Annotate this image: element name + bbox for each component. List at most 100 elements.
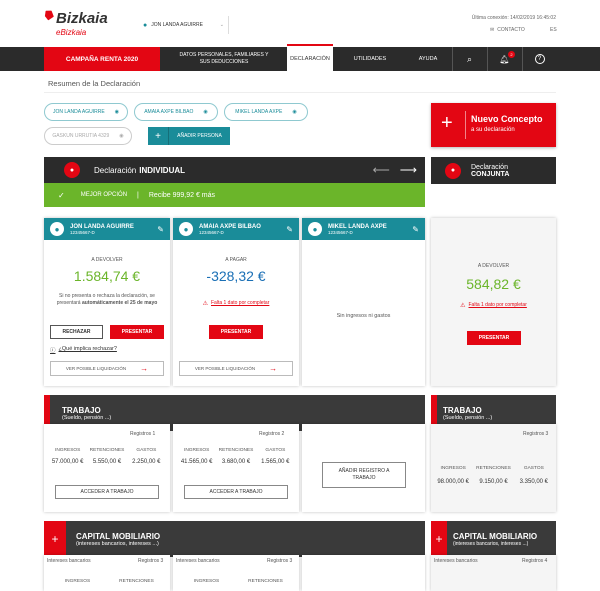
warning-icon: ⚠	[202, 301, 208, 307]
status-label: A PAGAR	[225, 257, 247, 263]
nav-declaration[interactable]: DECLARACIÓN	[287, 44, 333, 71]
add-person-button[interactable]: AÑADIR PERSONA	[168, 127, 230, 145]
arrow-right-icon: →	[140, 364, 149, 373]
user-icon: ●	[50, 222, 64, 236]
user-icon: ●	[143, 21, 148, 29]
capital-table-head: INGRESOS RETENCIONES	[193, 579, 283, 584]
view-liquidation-button[interactable]: VER POSIBLE LIQUIDACIÓN →	[179, 361, 293, 376]
question-icon: ?	[534, 54, 545, 64]
user-selector[interactable]: ● JON LANDA AGUIRRE ⌄	[143, 16, 229, 34]
brand-sub: eBizkaia	[56, 28, 87, 37]
person-header-mikel: ● MIKEL LANDA AXPE 12345667-D ✎	[302, 218, 425, 240]
new-concept-title: Nuevo Concepto	[471, 114, 543, 124]
person-card-mikel	[302, 218, 425, 386]
search-button[interactable]: ⌕	[452, 47, 486, 71]
add-person-icon-button[interactable]: +	[148, 127, 168, 145]
eye-icon: ◉	[203, 109, 208, 115]
person-pill-amaia[interactable]: AMAIA AXPE BILBAO ◉	[134, 103, 218, 121]
capital-subhead: Intereses bancarios	[434, 558, 478, 564]
mail-icon: ✉	[490, 27, 495, 33]
edit-icon[interactable]: ✎	[412, 225, 419, 234]
person-pill-jon[interactable]: JON LANDA AGUIRRE ◉	[44, 103, 128, 121]
present-button[interactable]: PRESENTAR	[110, 325, 164, 339]
notifications-button[interactable]: 🔔︎ 2	[487, 47, 521, 71]
capital-card-mikel	[302, 555, 425, 591]
chevron-down-icon: ⌄	[219, 22, 224, 28]
best-option-bar: ✓ MEJOR OPCIÓN | Recibe 999,92 € más	[44, 183, 425, 207]
nav-campaign[interactable]: CAMPAÑA RENTA 2020	[44, 47, 160, 71]
check-icon: ✓	[58, 190, 65, 200]
status-label: A DEVOLVER	[477, 263, 510, 269]
add-capital-button[interactable]: +	[44, 521, 66, 557]
user-icon: ●	[179, 222, 193, 236]
search-icon: ⌕	[466, 53, 473, 64]
add-trabajo-record-button[interactable]: AÑADIR REGISTRO A TRABAJO	[322, 462, 406, 488]
capital-subhead: Intereses bancarios	[47, 558, 91, 564]
records-count: Registros 2	[259, 431, 285, 437]
arrow-right-icon[interactable]: ⟶	[400, 163, 417, 177]
joint-present-button[interactable]: PRESENTAR	[467, 331, 521, 345]
person-header-jon: ● JON LANDA AGUIRRE 12345667-D ✎	[44, 218, 170, 240]
missing-data-warning[interactable]: ⚠ Falta 1 dato por completar	[173, 300, 299, 307]
records-count: Registros 3	[267, 558, 293, 564]
capital-header: + CAPITAL MOBILIARIO (intereses bancarios…	[44, 521, 425, 557]
records-count: Registros 3	[523, 431, 549, 437]
auto-present-note: Si no presenta o rechaza la declaración,…	[56, 293, 158, 306]
records-count: Registros 3	[138, 558, 164, 564]
eye-icon: ◉	[119, 133, 124, 139]
access-trabajo-button[interactable]: ACCEDER A TRABAJO	[55, 485, 159, 499]
records-count: Registros 1	[130, 431, 156, 437]
language-selector[interactable]: ES	[550, 27, 557, 33]
user-name: JON LANDA AGUIRRE	[151, 22, 203, 28]
user-circle-icon: ●	[64, 162, 80, 178]
new-concept-button[interactable]: + Nuevo Concepto a su declaración	[431, 103, 556, 147]
payment-amount: -328,32 €	[206, 268, 266, 284]
records-count: Registros 4	[522, 558, 548, 564]
edit-icon[interactable]: ✎	[157, 225, 164, 234]
individual-header: ● Declaración INDIVIDUAL ⟵ ⟶	[44, 157, 425, 183]
new-concept-sub: a su declaración	[471, 127, 515, 133]
warning-icon: ⚠	[460, 303, 466, 309]
person-pill-gaskun[interactable]: GASKUN URRUTIA 4329 ◉	[44, 127, 132, 145]
joint-refund-amount: 584,82 €	[466, 276, 521, 292]
logo[interactable]: Bizkaia eBizkaia	[44, 8, 114, 40]
missing-data-warning[interactable]: ⚠ Falta 1 dato por completar	[431, 302, 556, 309]
user-icon: ●	[308, 222, 322, 236]
add-capital-joint-button[interactable]: +	[431, 521, 447, 557]
joint-label: Declaración	[471, 163, 508, 171]
nav-personal-data[interactable]: DATOS PERSONALES, FAMILIARES Y SUS DEDUC…	[168, 47, 280, 71]
capital-joint-header: + CAPITAL MOBILIARIO (intereses bancarios…	[431, 521, 556, 557]
contact-link[interactable]: ✉ CONTACTO	[490, 27, 525, 33]
joint-header[interactable]: ● Declaración CONJUNTA	[431, 157, 556, 184]
edit-icon[interactable]: ✎	[286, 225, 293, 234]
trabajo-table: INGRESOS RETENCIONES GASTOS 57.000,00 € …	[51, 448, 161, 465]
page-title: Resumen de la Declaración	[48, 79, 141, 88]
view-liquidation-button[interactable]: VER POSIBLE LIQUIDACIÓN →	[50, 361, 164, 376]
brand-name: Bizkaia	[56, 10, 108, 27]
help-button[interactable]: ?	[522, 47, 556, 71]
plus-icon: +	[435, 532, 443, 546]
arrow-left-icon[interactable]: ⟵	[373, 163, 390, 177]
user-circle-icon: ●	[445, 162, 461, 179]
reject-help-link[interactable]: ⓘ ¿Qué implica rechazar?	[50, 346, 117, 354]
notification-badge: 2	[508, 51, 515, 58]
best-option-label: MEJOR OPCIÓN	[80, 192, 128, 198]
arrow-right-icon: →	[269, 364, 278, 373]
nav-help[interactable]: AYUDA	[408, 47, 448, 71]
individual-label: Declaración	[94, 165, 137, 175]
eye-icon: ◉	[292, 109, 297, 115]
person-pill-mikel[interactable]: MIKEL LANDA AXPE ◉	[224, 103, 308, 121]
nav-utilities[interactable]: UTILIDADES	[340, 47, 400, 71]
info-icon: ⓘ	[50, 348, 56, 354]
capital-subhead: Intereses bancarios	[176, 558, 220, 564]
trabajo-joint-table: INGRESOS RETENCIONES GASTOS 98.000,00 € …	[437, 466, 548, 485]
reject-button[interactable]: RECHAZAR	[50, 325, 103, 339]
refund-amount: 1.584,74 €	[73, 268, 141, 284]
eye-icon: ◉	[114, 109, 120, 115]
present-button[interactable]: PRESENTAR	[209, 325, 263, 339]
access-trabajo-button[interactable]: ACCEDER A TRABAJO	[184, 485, 288, 499]
divider	[44, 92, 556, 93]
individual-type: INDIVIDUAL	[139, 165, 186, 175]
empty-note: Sin ingresos ni gastos	[336, 313, 391, 319]
person-header-amaia: ● AMAIA AXPE BILBAO 12345667-D ✎	[173, 218, 299, 240]
